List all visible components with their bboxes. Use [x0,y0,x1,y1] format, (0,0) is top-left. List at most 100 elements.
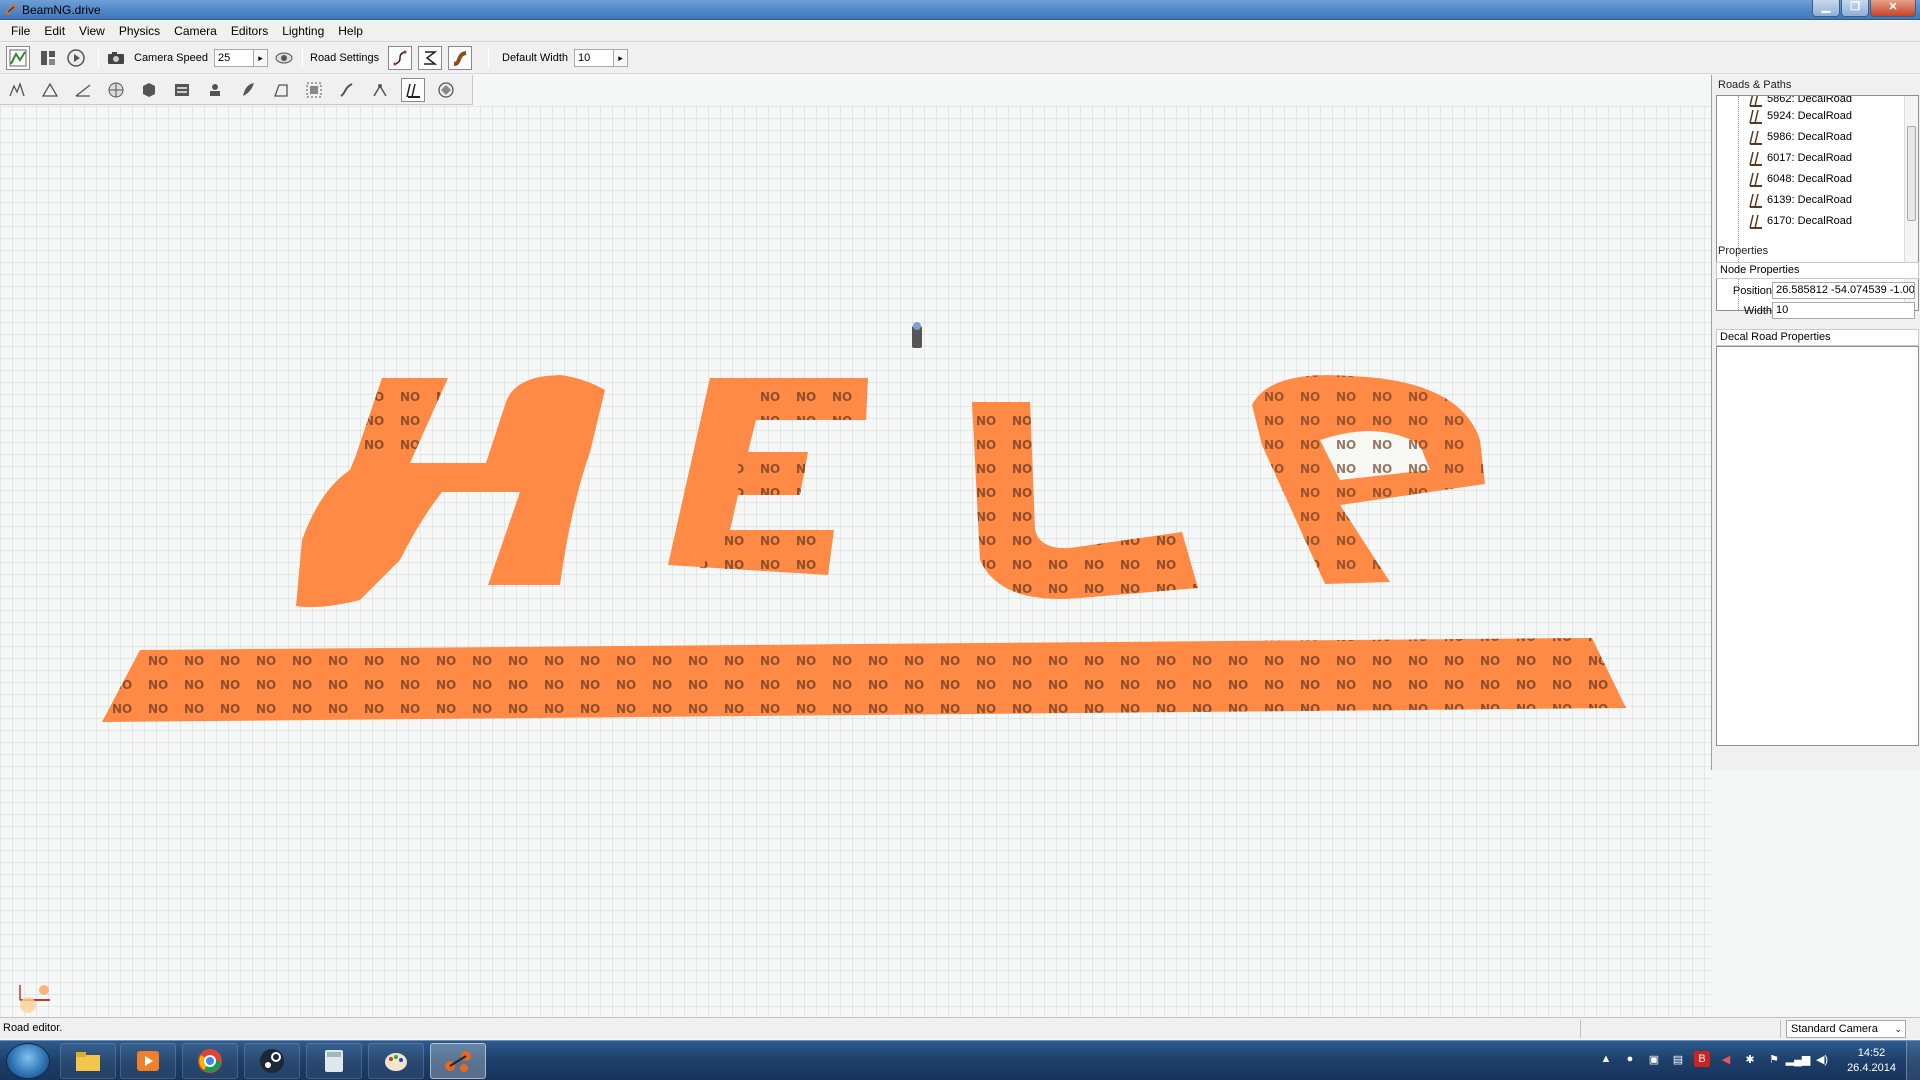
tree-item-label: 6170: DecalRoad [1767,214,1853,227]
tree-item-5986[interactable]: 5986: DecalRoad [1747,128,1852,145]
steam-tray-icon[interactable]: ● [1622,1051,1638,1067]
title-bar: BeamNG.drive ▁ ❐ ✕ [0,0,1920,20]
tree-item-6139[interactable]: 6139: DecalRoad [1747,191,1852,208]
default-width-arrow[interactable]: ▸ [614,49,629,67]
safely-remove-icon[interactable]: ▤ [1670,1051,1686,1067]
start-button[interactable] [6,1043,50,1079]
show-desktop-button[interactable] [1906,1041,1920,1080]
visibility-eye-icon[interactable] [272,46,296,70]
road-icon [1749,96,1762,107]
mesh-road-icon[interactable] [269,78,293,102]
play-icon[interactable] [64,46,88,70]
status-bar: Road editor. Standard Camera ⌄ [0,1017,1920,1039]
taskbar-steam[interactable] [244,1043,300,1079]
settings-gear-icon[interactable]: ✱ [1742,1051,1758,1067]
menu-lighting[interactable]: Lighting [275,21,331,42]
camera-speed-input[interactable]: 25 [214,49,254,67]
antivirus-icon[interactable]: B [1694,1051,1710,1067]
status-text: Road editor. [3,1022,63,1034]
tree-item-label: 5862: DecalRoad [1767,95,1853,105]
terrain-editor-icon[interactable] [5,78,29,102]
taskbar-paint[interactable] [368,1043,424,1079]
menu-view[interactable]: View [72,21,112,42]
road-texture-icon[interactable] [448,46,472,70]
default-width-input[interactable]: 10 [574,49,615,67]
river-editor-icon[interactable] [335,78,359,102]
action-center-flag-icon[interactable]: ⚑ [1766,1051,1782,1067]
menu-file[interactable]: File [4,21,37,42]
volume-icon[interactable]: ◀) [1814,1051,1830,1067]
taskbar-calculator[interactable] [306,1043,362,1079]
chrome-icon [198,1049,222,1073]
taskbar-media-player[interactable] [120,1043,176,1079]
show-hidden-icons-icon[interactable]: ▲ [1598,1051,1614,1067]
chevron-down-icon: ⌄ [1894,1024,1902,1034]
tree-item-label: 5986: DecalRoad [1767,130,1853,143]
road-icon [1749,151,1762,166]
media-player-icon [137,1051,159,1071]
taskbar-explorer[interactable] [60,1043,116,1079]
tree-item-label: 6017: DecalRoad [1767,151,1853,164]
width-input[interactable]: 10 [1772,302,1915,319]
road-letter-p[interactable] [1252,375,1485,584]
menu-physics[interactable]: Physics [112,21,167,42]
system-tray: ▲ ● ▣ ▤ B ◀ ✱ ⚑ ▂▄▆ ◀) [1598,1051,1830,1067]
3d-viewport[interactable]: NO [0,106,1711,1017]
tree-item-6170[interactable]: 6170: DecalRoad [1747,212,1852,229]
world-editor-icon[interactable] [6,46,30,70]
road-settings-label: Road Settings [310,52,380,64]
clock-time: 14:52 [1857,1047,1886,1059]
taskbar-clock[interactable]: 14:52 26.4.2014 [1847,1046,1896,1076]
minimize-button[interactable]: ▁ [1812,0,1840,17]
road-icon [1749,130,1762,145]
road-spline-icon[interactable] [388,46,412,70]
network-device-icon[interactable]: ▣ [1646,1051,1662,1067]
tree-item-6048[interactable]: 6048: DecalRoad [1747,170,1852,187]
menu-help[interactable]: Help [331,21,370,42]
maximize-button[interactable]: ❐ [1841,0,1869,17]
road-letter-e[interactable] [668,378,868,575]
editor-tools-row [0,75,473,105]
window-title: BeamNG.drive [22,3,101,17]
camera-icon[interactable] [104,46,128,70]
gui-editor-icon[interactable] [36,46,60,70]
speaker-muted-icon[interactable]: ◀ [1718,1051,1734,1067]
tree-item-5862[interactable]: 5862: DecalRoad [1747,95,1853,107]
close-button[interactable]: ✕ [1870,0,1916,17]
position-input[interactable]: 26.585812 -54.074539 -1.000 [1772,282,1915,299]
navmesh-icon[interactable] [368,78,392,102]
terrain-painter-icon[interactable] [38,78,62,102]
road-letter-l[interactable] [972,402,1198,599]
signal-bars-icon[interactable]: ▂▄▆ [1786,1051,1811,1067]
taskbar-beamng[interactable] [430,1043,486,1079]
right-panel: Roads & Paths 5862: DecalRoad 5924: Deca… [1711,75,1920,770]
tree-item-5924[interactable]: 5924: DecalRoad [1747,107,1852,124]
tree-item-6017[interactable]: 6017: DecalRoad [1747,149,1852,166]
width-label: Width [1743,305,1772,317]
taskbar-chrome[interactable] [182,1043,238,1079]
decal-road-properties-box[interactable] [1716,346,1919,746]
menu-camera[interactable]: Camera [167,21,224,42]
player-marker[interactable] [912,322,922,348]
road-letter-h[interactable] [296,375,605,608]
windows-taskbar: ▲ ● ▣ ▤ B ◀ ✱ ⚑ ▂▄▆ ◀) 14:52 26.4.2014 [0,1040,1920,1080]
menu-editors[interactable]: Editors [224,21,275,42]
shape-editor-icon[interactable] [434,78,458,102]
folder-icon [76,1052,100,1071]
datablock-editor-icon[interactable] [170,78,194,102]
road-icon [1749,193,1762,208]
road-wireframe-icon[interactable] [418,46,442,70]
road-strip-bottom[interactable] [102,638,1626,722]
forest-editor-icon[interactable] [236,78,260,102]
road-editor-icon[interactable] [401,78,425,102]
sky-editor-icon[interactable] [104,78,128,102]
particle-editor-icon[interactable] [203,78,227,102]
menu-edit[interactable]: Edit [37,21,72,42]
decal-editor-icon[interactable] [302,78,326,102]
material-editor-icon[interactable] [137,78,161,102]
beamng-icon [445,1051,471,1072]
terrain-slope-icon[interactable] [71,78,95,102]
camera-mode-select[interactable]: Standard Camera ⌄ [1786,1020,1906,1038]
scrollbar-thumb[interactable] [1907,126,1916,221]
camera-speed-arrow[interactable]: ▸ [254,49,268,67]
